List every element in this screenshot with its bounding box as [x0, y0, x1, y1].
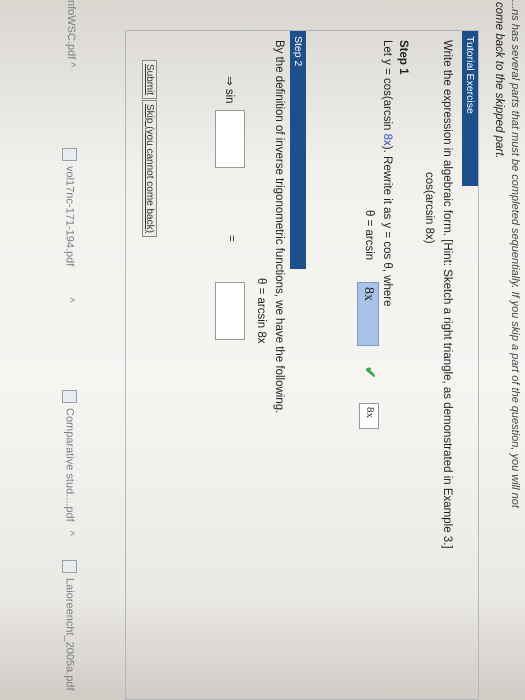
chevron-up-icon[interactable]: ^: [64, 297, 76, 302]
step1-text-c: ). Rewrite it as y = cos θ, where: [381, 145, 393, 307]
download-item-1[interactable]: nfoWSC.pdf ^: [65, 0, 77, 68]
pdf-file-icon: [62, 390, 77, 403]
download-label: Comparative stud....pdf: [63, 408, 76, 522]
step1-text: Let y = cos(arcsin 8x). Rewrite it as y …: [381, 40, 393, 307]
download-label: Laioreencht_2005a.pdf: [63, 578, 76, 691]
step2-left-input[interactable]: [215, 110, 245, 168]
equals-sign: =: [225, 235, 237, 242]
pdf-file-icon: [62, 560, 77, 573]
multi-part-notice: ...ns has several parts that must be com…: [509, 0, 521, 508]
chevron-up-icon[interactable]: ^: [64, 531, 76, 536]
download-label: nfoWSC.pdf: [65, 0, 77, 60]
step2-text: By the definition of inverse trigonometr…: [273, 40, 285, 414]
webassign-screen: ...ns has several parts that must be com…: [0, 0, 525, 700]
tutorial-instruction: Write the expression in algebraic form. …: [441, 40, 453, 549]
step2-header: Step 2: [290, 31, 306, 269]
pdf-file-icon: [62, 148, 77, 161]
step2-theta-line: θ = arcsin 8x: [255, 278, 267, 344]
step1-label: Step 1: [397, 40, 409, 75]
chevron-up-icon[interactable]: ^: [65, 62, 77, 67]
downloads-bar: [0, 0, 95, 700]
download-item-2[interactable]: vol17nc-171-194.pdf ^: [62, 148, 77, 303]
download-label: vol17nc-171-194.pdf: [63, 166, 76, 267]
step2-right-input[interactable]: [215, 282, 245, 340]
download-item-3[interactable]: Comparative stud....pdf ^: [62, 390, 77, 536]
skip-button[interactable]: Skip (you cannot come back): [142, 100, 157, 237]
step1-answer-input[interactable]: 8x: [357, 282, 379, 346]
correct-check-icon: ✔: [361, 366, 378, 379]
skip-notice: come back to the skipped part.: [493, 2, 505, 159]
step1-theta-prefix: θ = arcsin: [363, 210, 375, 261]
download-item-4[interactable]: Laioreencht_2005a.pdf: [62, 560, 77, 691]
step2-implies-sin: ⇒ sin: [223, 76, 235, 104]
tutorial-expression: cos(arcsin 8x): [423, 172, 435, 244]
step1-variable: 8x: [381, 133, 393, 146]
step1-text-a: Let y = cos(arcsin: [381, 40, 393, 134]
tutorial-exercise-header: Tutorial Exercise: [462, 31, 478, 186]
submit-button[interactable]: Submit: [142, 60, 157, 100]
step1-answer-display: 8x: [359, 403, 379, 429]
